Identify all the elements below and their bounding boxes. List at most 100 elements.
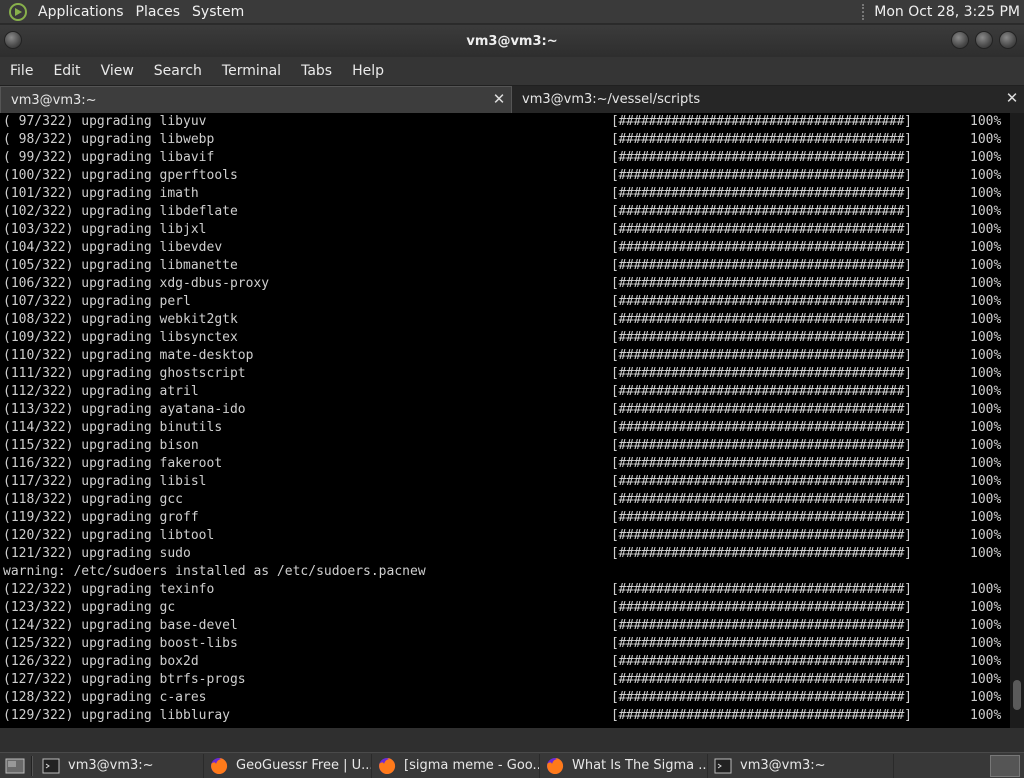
applications-menu[interactable]: Applications (32, 4, 130, 20)
progress-bar-text: [######################################] (611, 150, 912, 165)
menu-file[interactable]: File (4, 63, 39, 79)
taskbar-item[interactable]: vm3@vm3:~ (36, 753, 204, 778)
terminal-line-text: (125/322) upgrading boost-libs (3, 636, 238, 651)
maximize-button[interactable] (975, 31, 993, 49)
top-panel: Applications Places System Mon Oct 28, 3… (0, 0, 1024, 24)
terminal-line: (117/322) upgrading libisl [#############… (0, 473, 1010, 491)
progress-percent: 100% (970, 708, 1002, 723)
progress-percent: 100% (970, 510, 1002, 525)
taskbar-item-label: vm3@vm3:~ (68, 758, 154, 773)
progress-percent: 100% (970, 420, 1002, 435)
progress-percent: 100% (970, 456, 1002, 471)
top-panel-right: Mon Oct 28, 3:25 PM (862, 3, 1024, 20)
progress-percent: 100% (970, 600, 1002, 615)
terminal-line: (106/322) upgrading xdg-dbus-proxy [#####… (0, 275, 1010, 293)
progress-bar-text: [######################################] (611, 366, 912, 381)
progress-bar-text: [######################################] (611, 420, 912, 435)
taskbar-item[interactable]: What Is The Sigma ... (540, 753, 708, 778)
terminal-line-text: (114/322) upgrading binutils (3, 420, 223, 435)
minimize-button[interactable] (951, 31, 969, 49)
progress-percent: 100% (970, 672, 1002, 687)
terminal-line: (128/322) upgrading c-ares [#############… (0, 689, 1010, 707)
terminal-line-text: (119/322) upgrading groff (3, 510, 199, 525)
tab-scripts[interactable]: vm3@vm3:~/vessel/scripts ✕ (512, 86, 1024, 113)
terminal-line: (113/322) upgrading ayatana-ido [########… (0, 401, 1010, 419)
progress-percent: 100% (970, 258, 1002, 273)
close-button[interactable] (999, 31, 1017, 49)
terminal-line: (107/322) upgrading perl [###############… (0, 293, 1010, 311)
progress-percent: 100% (970, 312, 1002, 327)
terminal-line: (120/322) upgrading libtool [############… (0, 527, 1010, 545)
taskbar-item[interactable]: GeoGuessr Free | U... (204, 753, 372, 778)
progress-percent: 100% (970, 348, 1002, 363)
progress-bar-text: [######################################] (611, 276, 912, 291)
progress-bar-text: [######################################] (611, 384, 912, 399)
terminal-line: (127/322) upgrading btrfs-progs [########… (0, 671, 1010, 689)
clock[interactable]: Mon Oct 28, 3:25 PM (874, 4, 1020, 20)
progress-percent: 100% (970, 474, 1002, 489)
terminal-line: ( 99/322) upgrading libavif [############… (0, 149, 1010, 167)
terminal-scrollbar[interactable] (1010, 113, 1024, 728)
progress-percent: 100% (970, 114, 1002, 129)
window-titlebar[interactable]: vm3@vm3:~ (0, 25, 1024, 57)
terminal-output[interactable]: ( 97/322) upgrading libyuv [#############… (0, 113, 1010, 728)
panel-drag-handle[interactable] (862, 3, 866, 20)
workspace-switcher[interactable] (990, 754, 1020, 777)
tab-close-icon[interactable]: ✕ (1004, 90, 1020, 106)
progress-bar-text: [######################################] (611, 510, 912, 525)
terminal-line-text: (101/322) upgrading imath (3, 186, 199, 201)
terminal-line: (129/322) upgrading libbluray [##########… (0, 707, 1010, 725)
tab-home[interactable]: vm3@vm3:~ ✕ (0, 86, 512, 113)
system-menu[interactable]: System (186, 4, 250, 20)
terminal-line: (112/322) upgrading atril [##############… (0, 383, 1010, 401)
progress-bar-text: [######################################] (611, 258, 912, 273)
taskbar-item[interactable]: [sigma meme - Goo... (372, 753, 540, 778)
terminal-line-text: (127/322) upgrading btrfs-progs (3, 672, 246, 687)
progress-percent: 100% (970, 528, 1002, 543)
terminal-line: (125/322) upgrading boost-libs [#########… (0, 635, 1010, 653)
progress-bar-text: [######################################] (611, 492, 912, 507)
terminal-line-text: ( 99/322) upgrading libavif (3, 150, 215, 165)
places-menu[interactable]: Places (130, 4, 187, 20)
tab-close-icon[interactable]: ✕ (491, 91, 507, 107)
terminal-icon (714, 758, 732, 773)
terminal-line-text: (102/322) upgrading libdeflate (3, 204, 238, 219)
scrollbar-thumb[interactable] (1013, 679, 1021, 711)
menu-edit[interactable]: Edit (47, 63, 86, 79)
terminal-line: (104/322) upgrading libevdev [###########… (0, 239, 1010, 257)
firefox-icon (379, 757, 396, 774)
terminal-line-text: (100/322) upgrading gperftools (3, 168, 238, 183)
taskbar-item-label: GeoGuessr Free | U... (236, 758, 372, 773)
window-menu-button[interactable] (4, 31, 22, 49)
tab-bar: vm3@vm3:~ ✕ vm3@vm3:~/vessel/scripts ✕ (0, 85, 1024, 113)
menu-tabs[interactable]: Tabs (295, 63, 338, 79)
terminal-line: (111/322) upgrading ghostscript [########… (0, 365, 1010, 383)
mate-logo-icon[interactable] (8, 2, 28, 22)
progress-bar-text: [######################################] (611, 690, 912, 705)
terminal-line-text: (103/322) upgrading libjxl (3, 222, 207, 237)
terminal-line-text: (123/322) upgrading gc (3, 600, 176, 615)
terminal-line-text: (108/322) upgrading webkit2gtk (3, 312, 238, 327)
progress-bar-text: [######################################] (611, 186, 912, 201)
progress-bar-text: [######################################] (611, 240, 912, 255)
taskbar-item[interactable]: vm3@vm3:~ (708, 753, 894, 778)
menu-terminal[interactable]: Terminal (216, 63, 287, 79)
progress-percent: 100% (970, 654, 1002, 669)
terminal-line-text: (109/322) upgrading libsynctex (3, 330, 238, 345)
terminal-line: (122/322) upgrading texinfo [############… (0, 581, 1010, 599)
progress-percent: 100% (970, 240, 1002, 255)
terminal-line: (119/322) upgrading groff [##############… (0, 509, 1010, 527)
terminal-line-text: (124/322) upgrading base-devel (3, 618, 238, 633)
menu-search[interactable]: Search (148, 63, 208, 79)
terminal-line: (110/322) upgrading mate-desktop [#######… (0, 347, 1010, 365)
progress-bar-text: [######################################] (611, 582, 912, 597)
menu-help[interactable]: Help (346, 63, 390, 79)
progress-bar-text: [######################################] (611, 456, 912, 471)
progress-bar-text: [######################################] (611, 330, 912, 345)
menu-view[interactable]: View (95, 63, 140, 79)
terminal-line: (102/322) upgrading libdeflate [#########… (0, 203, 1010, 221)
progress-bar-text: [######################################] (611, 708, 912, 723)
progress-bar-text: [######################################] (611, 204, 912, 219)
tab-label: vm3@vm3:~/vessel/scripts (522, 92, 701, 107)
show-desktop-button[interactable] (2, 755, 28, 777)
